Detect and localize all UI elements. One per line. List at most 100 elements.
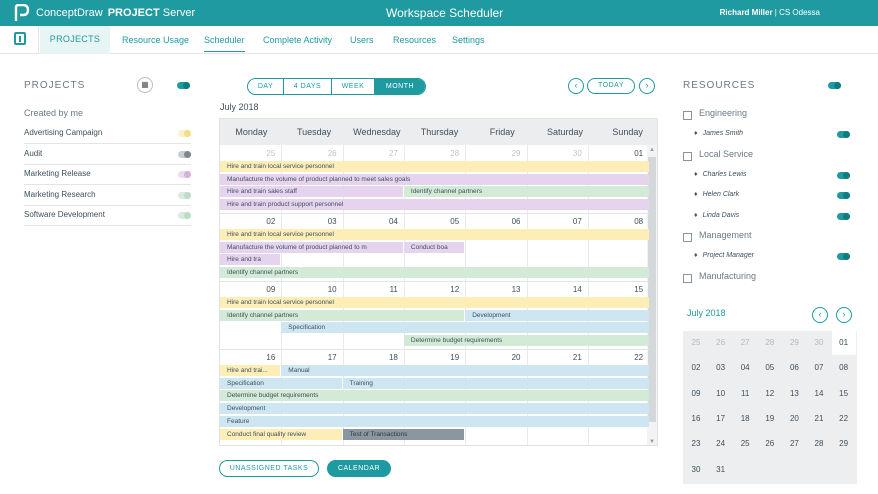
task-bar[interactable]: Identify channel partners — [220, 309, 465, 321]
project-item[interactable]: Audit — [24, 145, 191, 165]
resource-toggle[interactable] — [837, 171, 850, 179]
tab-complete-activity[interactable]: Complete Activity — [263, 35, 332, 45]
mini-day[interactable]: 18 — [733, 407, 757, 431]
project-toggle[interactable] — [178, 171, 191, 178]
view-4days-button[interactable]: 4 DAYS — [284, 79, 332, 94]
view-day-button[interactable]: DAY — [248, 79, 284, 94]
mini-day[interactable]: 03 — [709, 356, 733, 380]
day-number[interactable]: 22 — [623, 353, 643, 362]
mini-day[interactable]: 12 — [758, 382, 782, 406]
day-number[interactable]: 18 — [378, 353, 398, 362]
grid-view-icon[interactable]: ▦ — [137, 77, 153, 93]
mini-day[interactable]: 22 — [832, 407, 856, 431]
panel-toggle-icon[interactable] — [14, 32, 26, 45]
mini-day[interactable]: 16 — [684, 407, 708, 431]
mini-day[interactable]: 17 — [709, 407, 733, 431]
task-bar[interactable]: Manufacture the volume of product planne… — [220, 173, 650, 185]
group-checkbox[interactable] — [683, 151, 692, 161]
next-month-icon[interactable]: › — [639, 78, 655, 94]
task-bar[interactable]: Hire and train local service personnel — [220, 297, 650, 308]
day-number[interactable]: 01 — [623, 149, 643, 158]
mini-day[interactable]: 31 — [709, 458, 733, 482]
tab-settings[interactable]: Settings — [452, 35, 485, 45]
task-bar[interactable]: Feature — [220, 415, 650, 427]
resource-toggle[interactable] — [837, 131, 850, 138]
mini-day[interactable]: 27 — [782, 432, 806, 456]
mini-day[interactable]: 01 — [831, 331, 856, 355]
day-number[interactable]: 16 — [255, 353, 275, 362]
mini-day[interactable]: 10 — [709, 382, 733, 406]
day-number[interactable]: 06 — [501, 217, 521, 226]
task-bar[interactable]: Manufacture the volume of product planne… — [220, 241, 403, 253]
scroll-thumb[interactable] — [648, 157, 656, 422]
mini-next-icon[interactable]: › — [836, 307, 852, 323]
mini-day[interactable]: 28 — [807, 432, 831, 456]
day-number[interactable]: 02 — [255, 217, 275, 226]
tab-resource-usage[interactable]: Resource Usage — [122, 35, 189, 45]
day-number[interactable]: 19 — [439, 353, 459, 362]
day-number[interactable]: 15 — [623, 285, 643, 294]
day-number[interactable]: 11 — [378, 285, 398, 294]
day-number[interactable]: 17 — [317, 353, 337, 362]
day-number[interactable]: 20 — [501, 353, 521, 362]
mini-day[interactable]: 14 — [807, 382, 831, 406]
tab-resources[interactable]: Resources — [393, 35, 436, 45]
day-number[interactable]: 26 — [317, 149, 337, 158]
mini-day[interactable]: 25 — [733, 432, 757, 456]
task-bar[interactable]: Specification — [281, 322, 650, 334]
task-bar[interactable]: Hire and tra — [220, 254, 281, 266]
scroll-down-icon[interactable]: ▼ — [649, 439, 655, 445]
day-number[interactable]: 04 — [378, 217, 398, 226]
project-toggle[interactable] — [178, 150, 191, 158]
task-bar[interactable]: Hire and train sales staff — [220, 186, 403, 198]
unassigned-tasks-button[interactable]: UNASSIGNED TASKS — [219, 460, 319, 477]
mini-day[interactable]: 29 — [782, 331, 806, 355]
mini-day[interactable]: 23 — [684, 432, 708, 456]
task-bar[interactable]: Determine budget requirements — [403, 335, 650, 347]
task-bar[interactable]: Conduct final quality review — [220, 428, 342, 440]
resource-toggle[interactable] — [837, 192, 850, 199]
mini-day[interactable]: 09 — [684, 382, 708, 406]
project-toggle[interactable] — [178, 130, 191, 137]
day-number[interactable]: 30 — [562, 149, 582, 158]
projects-toggle[interactable] — [177, 82, 190, 89]
group-checkbox[interactable] — [683, 111, 692, 120]
mini-day[interactable]: 21 — [807, 407, 831, 431]
mini-day[interactable]: 29 — [832, 432, 856, 456]
task-bar[interactable]: Specification — [220, 377, 342, 389]
resource-toggle[interactable] — [837, 253, 850, 260]
tab-scheduler[interactable]: Scheduler — [204, 35, 245, 52]
day-number[interactable]: 28 — [439, 149, 459, 158]
day-number[interactable]: 03 — [317, 217, 337, 226]
calendar-button[interactable]: CALENDAR — [327, 460, 391, 477]
task-bar[interactable]: Development — [220, 403, 650, 415]
day-number[interactable]: 08 — [623, 217, 643, 226]
user-info[interactable]: Richard Miller | CS Odessa — [720, 8, 820, 17]
scroll-up-icon[interactable]: ▲ — [649, 147, 655, 153]
project-toggle[interactable] — [178, 212, 191, 219]
mini-day[interactable]: 25 — [684, 331, 708, 355]
tab-users[interactable]: Users — [350, 35, 374, 45]
project-item[interactable]: Marketing Research — [24, 186, 191, 206]
mini-day[interactable]: 27 — [733, 331, 757, 355]
today-button[interactable]: TODAY — [587, 78, 635, 94]
mini-day[interactable]: 13 — [782, 382, 806, 406]
task-bar[interactable]: Identify channel partners — [403, 186, 650, 198]
mini-day[interactable]: 24 — [709, 432, 733, 456]
mini-day[interactable]: 06 — [782, 356, 806, 380]
day-number[interactable]: 25 — [255, 149, 275, 158]
task-bar[interactable]: Development — [465, 309, 650, 321]
day-number[interactable]: 10 — [317, 285, 337, 294]
task-bar[interactable]: Training — [342, 377, 650, 389]
group-checkbox[interactable] — [683, 273, 692, 283]
mini-day[interactable]: 28 — [758, 331, 782, 355]
tab-projects[interactable]: PROJECTS — [40, 26, 110, 54]
project-item[interactable]: Advertising Campaign — [24, 124, 191, 144]
day-number[interactable]: 14 — [562, 285, 582, 294]
resource-toggle[interactable] — [837, 212, 850, 220]
day-number[interactable]: 09 — [255, 285, 275, 294]
project-item[interactable]: Software Development — [24, 206, 191, 226]
day-number[interactable]: 12 — [439, 285, 459, 294]
mini-day[interactable]: 20 — [782, 407, 806, 431]
mini-day[interactable]: 08 — [832, 356, 856, 380]
